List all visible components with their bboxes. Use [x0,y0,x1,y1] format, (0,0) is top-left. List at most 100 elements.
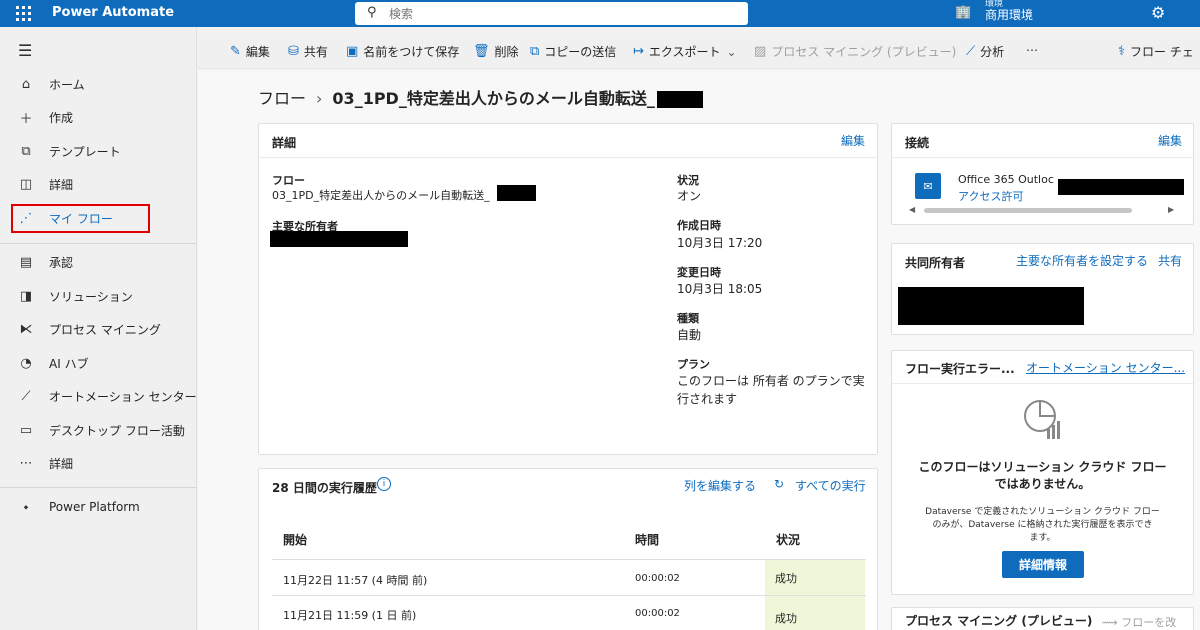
coowners-share-link[interactable]: 共有 [1158,252,1182,269]
nav-item-ai-hub[interactable]: ◔ AI ハブ [0,348,197,378]
nav-divider [0,243,197,244]
set-primary-owner-link[interactable]: 主要な所有者を設定する [1016,252,1148,269]
plan-label: プラン [677,358,710,371]
edit-columns-link[interactable]: 列を編集する [684,477,756,494]
column-header-duration[interactable]: 時間 [635,531,659,548]
scroll-left-icon[interactable]: ◀ [909,205,915,214]
flow-label: フロー [272,174,305,187]
redacted-block [656,91,703,108]
nav-item-power-platform[interactable]: ⬩ Power Platform [0,492,197,522]
no-history-heading-line1: このフローはソリューション クラウド フロー [918,460,1167,474]
status-badge: 成功 [765,560,865,595]
search-input[interactable] [389,4,729,23]
nav-item-solutions[interactable]: ◨ ソリューション [0,281,197,311]
edit-button[interactable]: ✎ 編集 [230,43,270,60]
search-box[interactable]: ⚲ [355,2,748,25]
template-icon: ⧉ [21,143,31,159]
share-button[interactable]: ⛁ 共有 [288,43,328,60]
gear-icon[interactable]: ⚙ [1151,3,1165,22]
analytics-button[interactable]: ⟋ 分析 [966,43,1004,60]
run-duration: 00:00:02 [635,608,680,619]
modified-label: 変更日時 [677,266,721,279]
run-history-card: 28 日間の実行履歴 i 列を編集する ↻ すべての実行 開始 時間 状況 11… [258,468,878,630]
nav-item-learn[interactable]: ◫ 詳細 [0,169,197,199]
highlight-box [11,204,150,233]
chevron-right-icon: › [316,89,323,108]
nav-item-more[interactable]: ⋯ 詳細 [0,448,197,478]
run-duration: 00:00:02 [635,573,680,584]
card-title: 共同所有者 [905,256,966,270]
card-title: 詳細 [272,136,297,150]
breadcrumb: フロー › 03_1PD_特定差出人からのメール自動転送_ [258,85,703,109]
outlook-icon: ✉ [915,173,941,199]
delete-button[interactable]: 🗑 削除 [473,43,519,60]
copy-icon: ⧉ [530,44,540,59]
redacted-owners [898,287,1084,325]
nav-item-label: ホーム [49,77,85,92]
send-copy-button[interactable]: ⧉ コピーの送信 [530,43,616,60]
export-button[interactable]: ↦ エクスポート ⌄ [633,43,737,60]
divider [259,157,877,158]
main-content: フロー › 03_1PD_特定差出人からのメール自動転送_ 詳細 編集 フロー 03… [198,70,1200,630]
nav-item-label: AI ハブ [49,356,89,371]
approval-icon: ▤ [19,254,33,270]
nav-item-label: デスクトップ フロー活動 [49,423,185,438]
save-as-icon: ▣ [346,44,359,59]
process-mining-button[interactable]: ▨ プロセス マイニング (プレビュー) [754,43,956,60]
run-errors-card: フロー実行エラー... オートメーション センター... このフローはソリューシ… [891,350,1194,595]
nav-item-templates[interactable]: ⧉ テンプレート [0,136,197,166]
nav-item-label: 詳細 [49,177,74,192]
automation-center-link[interactable]: オートメーション センター... [1026,359,1185,376]
created-value: 10月3日 17:20 [677,236,763,250]
app-name[interactable]: Power Automate [52,5,174,20]
top-bar: Power Automate ⚲ 🏢 環境 商用環境 ⚙ [0,0,1200,27]
process-mining-icon: ⧔ [19,321,33,337]
info-icon[interactable]: i [377,477,391,491]
connections-card: 接続 編集 ✉ Office 365 Outloc アクセス許可 ◀ ▶ [891,123,1194,225]
run-start[interactable]: 11月21日 11:59 (1 日 前) [283,607,416,623]
column-header-start[interactable]: 開始 [283,531,307,548]
analytics-empty-icon [1024,400,1060,439]
nav-item-home[interactable]: ⌂ ホーム [0,69,197,99]
created-label: 作成日時 [677,219,721,232]
more-icon: ⋯ [19,455,33,471]
all-runs-link[interactable]: すべての実行 [795,477,866,494]
nav-item-process-mining[interactable]: ⧔ プロセス マイニング [0,314,197,344]
breadcrumb-root[interactable]: フロー [258,89,306,108]
process-mining-icon: ▨ [754,44,767,59]
learn-more-button[interactable]: 詳細情報 [1002,551,1084,578]
nav-item-create[interactable]: ＋ 作成 [0,102,197,132]
details-edit-link[interactable]: 編集 [841,132,865,149]
divider [892,383,1193,384]
status-value: オン [677,189,702,203]
save-as-button[interactable]: ▣ 名前をつけて保存 [346,43,459,60]
plan-value-line1: このフローは 所有者 のプランで実 [677,374,865,388]
flow-checker-button[interactable]: ⚕ フロー チェ [1118,43,1194,60]
search-icon: ⚲ [367,5,377,20]
wand-icon: ⟿ [1102,616,1122,629]
details-card: 詳細 編集 フロー 03_1PD_特定差出人からのメール自動転送_ 主要な所有者… [258,123,878,455]
status-badge: 成功 [765,596,865,630]
run-start[interactable]: 11月22日 11:57 (4 時間 前) [283,572,427,588]
improve-flow-link[interactable]: ⟿ フローを改 [1102,614,1176,630]
horizontal-scrollbar[interactable] [924,208,1132,213]
redacted-block [1058,179,1184,195]
process-mining-card: プロセス マイニング (プレビュー) ⟿ フローを改 [891,607,1194,630]
hamburger-icon[interactable]: ☰ [18,41,32,60]
nav-item-automation-center[interactable]: ⟋ オートメーション センター [0,381,197,411]
scroll-right-icon[interactable]: ▶ [1168,205,1174,214]
connections-edit-link[interactable]: 編集 [1158,132,1182,149]
export-icon: ↦ [633,44,644,59]
nav-item-desktop-flow-activity[interactable]: ▭ デスクトップ フロー活動 [0,415,197,445]
app-launcher-icon[interactable] [14,4,32,22]
divider [892,157,1193,158]
more-commands-button[interactable]: ⋯ [1026,43,1038,57]
column-header-status[interactable]: 状況 [776,531,800,548]
no-history-desc-line2: のみが、Dataverse に格納された実行履歴を表示でき [932,520,1153,530]
left-nav: ☰ ⌂ ホーム ＋ 作成 ⧉ テンプレート ◫ 詳細 ⋰ マイ フロー ▤ 承認… [0,27,197,630]
nav-item-approvals[interactable]: ▤ 承認 [0,247,197,277]
access-permission-link[interactable]: アクセス許可 [958,188,1023,204]
nav-divider [0,487,197,488]
modified-value: 10月3日 18:05 [677,282,763,296]
nav-item-label: 承認 [49,255,74,270]
